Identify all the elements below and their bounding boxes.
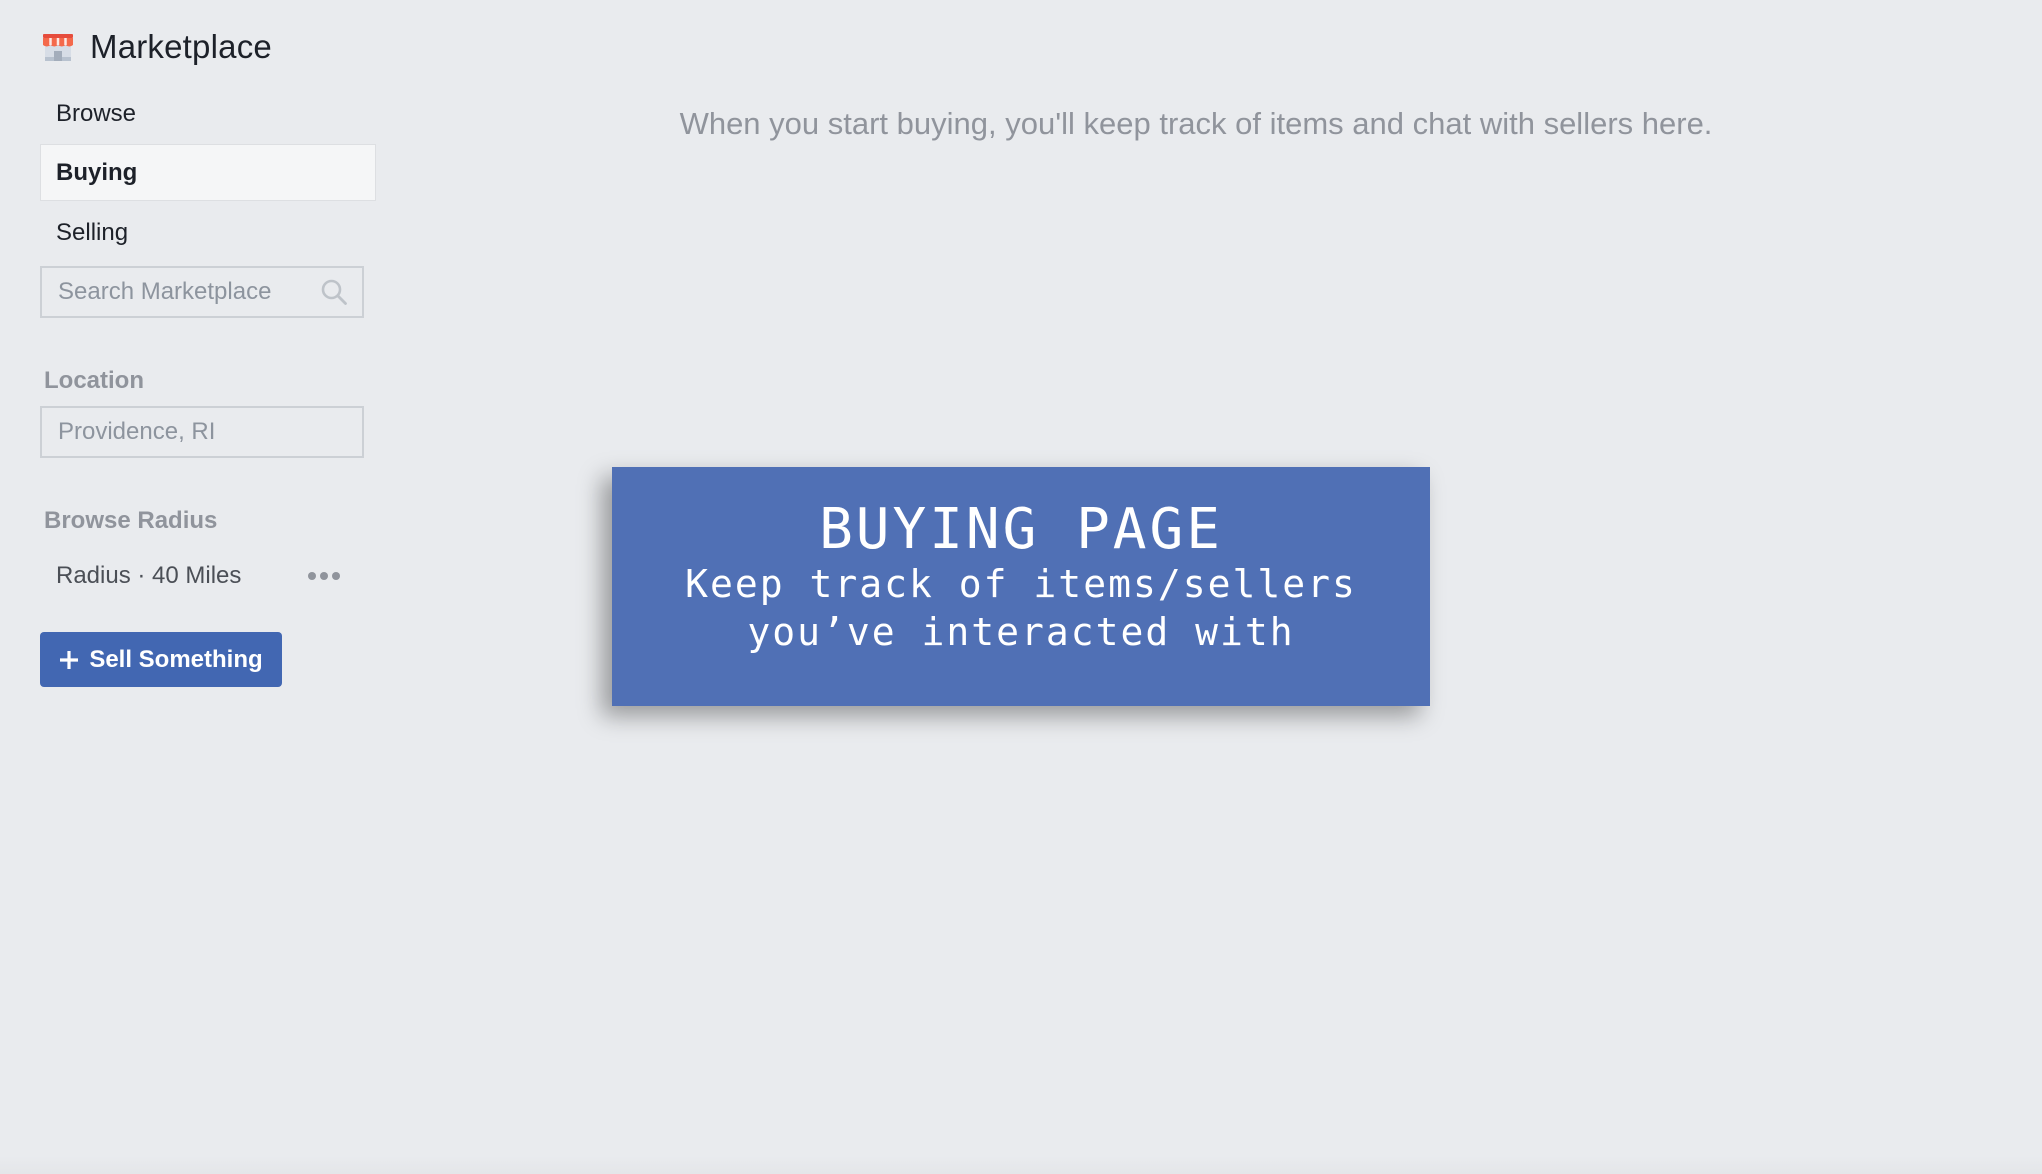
storefront-icon xyxy=(43,34,73,61)
bottom-edge xyxy=(0,1156,2042,1174)
search-input[interactable] xyxy=(42,268,312,316)
buying-page-annotation: BUYING PAGE Keep track of items/sellers … xyxy=(612,467,1430,706)
annotation-subtitle-line1: Keep track of items/sellers xyxy=(685,562,1357,606)
nav-item-selling[interactable]: Selling xyxy=(40,204,376,261)
annotation-title: BUYING PAGE xyxy=(819,497,1223,562)
empty-state-message: When you start buying, you'll keep track… xyxy=(679,106,1713,141)
app-title: Marketplace xyxy=(90,28,272,65)
radius-row: Radius · 40 Miles xyxy=(56,558,346,594)
location-label: Location xyxy=(44,367,144,394)
sell-something-label: Sell Something xyxy=(89,645,263,673)
nav-item-buying[interactable]: Buying xyxy=(40,144,376,201)
search-icon[interactable] xyxy=(320,278,348,306)
location-field[interactable]: Providence, RI xyxy=(40,406,364,458)
sidebar: Marketplace Browse Buying Selling Locati… xyxy=(0,0,400,1174)
browse-radius-label: Browse Radius xyxy=(44,507,218,534)
annotation-subtitle-line2: you’ve interacted with xyxy=(747,610,1295,654)
search-box xyxy=(40,266,364,318)
radius-value: Radius · 40 Miles xyxy=(56,562,242,589)
plus-icon xyxy=(60,650,79,669)
nav-item-browse[interactable]: Browse xyxy=(40,85,376,142)
sell-something-button[interactable]: Sell Something xyxy=(40,632,282,687)
app-header: Marketplace xyxy=(40,28,272,66)
marketplace-page: Marketplace Browse Buying Selling Locati… xyxy=(0,0,2042,1174)
more-options-icon[interactable] xyxy=(302,566,346,586)
